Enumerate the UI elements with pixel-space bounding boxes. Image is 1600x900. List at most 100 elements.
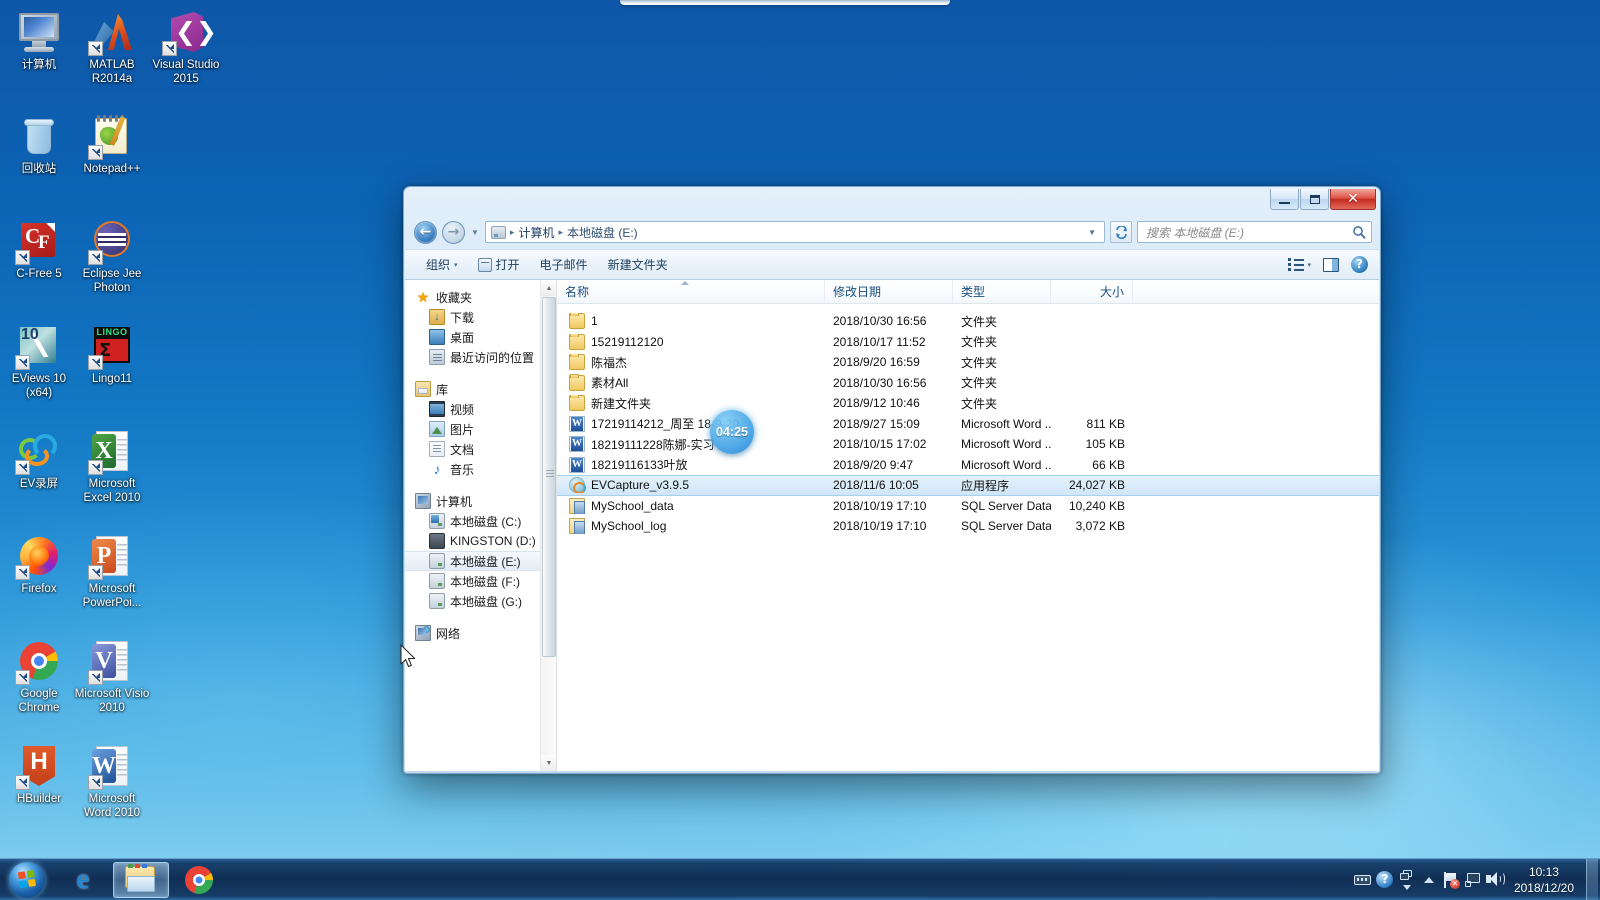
nav-item-recent-places[interactable]: 最近访问的位置 [405,347,556,367]
nav-item-desktop[interactable]: 桌面 [405,327,556,347]
column-header-type[interactable]: 类型 [953,280,1051,303]
desktop-icon-visual-studio[interactable]: ❮❯ Visual Studio 2015 [148,8,224,86]
nav-label: KINGSTON (D:) [450,534,536,548]
tray-network-button[interactable] [1462,865,1484,895]
desktop-icon-visio[interactable]: V Microsoft Visio 2010 [74,637,150,715]
navigation-scrollbar[interactable]: ▲ ▼ [540,280,556,771]
search-input[interactable]: 搜索 本地磁盘 (E:) [1146,224,1352,241]
explorer-window[interactable]: ✕ ← → ▼ ▸ 计算机 ▸ 本地磁盘 (E:) ▼ 搜索 本地磁盘 (E:)… [403,186,1381,774]
close-button[interactable]: ✕ [1330,189,1376,210]
nav-header-computer[interactable]: 计算机 [405,491,556,511]
file-date: 2018/9/27 15:09 [833,416,920,431]
breadcrumb-bar[interactable]: ▸ 计算机 ▸ 本地磁盘 (E:) ▼ [484,221,1105,243]
nav-header-libraries[interactable]: 库 [405,379,556,399]
table-row[interactable]: 素材All 2018/10/30 16:56 文件夹 [557,373,1379,394]
maximize-button[interactable] [1300,189,1329,210]
desktop-icon-matlab[interactable]: MATLAB R2014a [74,8,150,86]
window-titlebar[interactable]: ✕ [404,187,1380,217]
desktop-icon-notepadpp[interactable]: Notepad++ [74,112,150,177]
desktop-icon-eviews[interactable]: 10 EViews 10 (x64) [1,322,77,400]
desktop-icon-lingo[interactable]: LINGO Σ Lingo11 [74,322,150,387]
desktop-icon-ev-recorder[interactable]: EV录屏 [1,427,77,492]
screen-recorder-timer[interactable]: 04:25 [710,410,754,454]
desktop-icon-eclipse[interactable]: Eclipse Jee Photon [74,217,150,295]
scrollbar-thumb[interactable] [542,297,556,657]
desktop-icon-excel[interactable]: X Microsoft Excel 2010 [74,427,150,505]
nav-item-music[interactable]: ♪ 音乐 [405,459,556,479]
tray-keyboard-button[interactable] [1352,865,1374,895]
table-row[interactable]: 1 2018/10/30 16:56 文件夹 [557,311,1379,332]
minimize-button[interactable] [1270,189,1299,210]
refresh-button[interactable] [1110,221,1132,243]
table-row[interactable]: 陈福杰 2018/9/20 16:59 文件夹 [557,352,1379,373]
table-row[interactable]: 18219116133叶放 2018/9/20 9:47 Microsoft W… [557,455,1379,476]
taskbar-button-chrome[interactable] [171,862,227,898]
table-row[interactable]: MySchool_data 2018/10/19 17:10 SQL Serve… [557,496,1379,517]
action-center-flag-icon: ✕ [1443,871,1460,889]
taskbar-button-internet-explorer[interactable]: e [55,862,111,898]
show-desktop-button[interactable] [1586,858,1598,900]
nav-header-network[interactable]: 网络 [405,623,556,643]
change-view-button[interactable]: ▾ [1283,255,1316,274]
column-header-name[interactable]: 名称 [557,280,825,303]
breadcrumb-dropdown-icon[interactable]: ▼ [1083,228,1101,237]
matlab-icon [88,8,136,56]
desktop-icon-cfree[interactable]: CF C-Free 5 [1,217,77,282]
breadcrumb-drive-e[interactable]: 本地磁盘 (E:) [564,223,641,242]
open-button[interactable]: 打开 [469,252,529,277]
tray-volume-button[interactable] [1484,865,1506,895]
taskbar-button-explorer[interactable] [113,861,169,898]
tray-help-button[interactable]: ? [1374,865,1396,895]
scroll-down-button[interactable]: ▼ [541,755,556,771]
navigation-pane[interactable]: ★ 收藏夹 下载 桌面 最近访问的位置 [405,280,557,771]
start-button[interactable] [0,860,54,900]
nav-item-drive-g[interactable]: 本地磁盘 (G:) [405,591,556,611]
nav-item-pictures[interactable]: 图片 [405,419,556,439]
forward-button[interactable]: → [442,220,465,244]
table-row[interactable]: 新建文件夹 2018/9/12 10:46 文件夹 [557,393,1379,414]
table-row[interactable]: 17219114212_周至 18-9-20 2018/9/27 15:09 M… [557,414,1379,435]
table-row[interactable]: 18219111228陈娜-实习 2018/10/15 17:02 Micros… [557,434,1379,455]
video-icon [429,401,445,417]
new-folder-button[interactable]: 新建文件夹 [599,252,677,277]
nav-item-drive-e[interactable]: 本地磁盘 (E:) [405,551,556,571]
column-header-size[interactable]: 大小 [1051,280,1133,303]
table-row[interactable]: MySchool_log 2018/10/19 17:10 SQL Server… [557,516,1379,537]
desktop-icon-powerpoint[interactable]: P Microsoft PowerPoi... [74,532,150,610]
recent-pages-dropdown-icon[interactable]: ▼ [470,228,480,237]
desktop-icon-hbuilder[interactable]: H HBuilder [1,742,77,807]
desktop-icon-recycle-bin[interactable]: 回收站 [1,112,77,177]
column-header-date[interactable]: 修改日期 [825,280,953,303]
desktop-icon-chrome[interactable]: Google Chrome [1,637,77,715]
tray-expand-button[interactable] [1418,865,1440,895]
table-row[interactable]: 15219112120 2018/10/17 11:52 文件夹 [557,332,1379,353]
nav-item-drive-f[interactable]: 本地磁盘 (F:) [405,571,556,591]
email-button[interactable]: 电子邮件 [531,252,597,277]
scroll-up-button[interactable]: ▲ [541,280,556,296]
nav-item-drive-d[interactable]: KINGSTON (D:) [405,531,556,551]
desktop-icon-word[interactable]: W Microsoft Word 2010 [74,742,150,820]
help-button[interactable]: ? [1346,253,1373,276]
excel-icon: X [88,427,136,475]
organize-button[interactable]: 组织 ▾ [417,252,467,277]
file-type: 文件夹 [961,396,998,411]
back-button[interactable]: ← [414,220,437,244]
sql-data-icon [569,497,585,514]
nav-header-favorites[interactable]: ★ 收藏夹 [405,287,556,307]
nav-item-drive-c[interactable]: 本地磁盘 (C:) [405,511,556,531]
tray-show-hidden-button[interactable] [1396,865,1418,895]
desktop-icon-computer[interactable]: 计算机 [1,8,77,73]
hidden-window-sliver[interactable] [620,0,950,5]
nav-item-downloads[interactable]: 下载 [405,307,556,327]
tray-action-center-button[interactable]: ✕ [1440,865,1462,895]
search-box[interactable]: 搜索 本地磁盘 (E:) [1137,221,1372,243]
breadcrumb-computer[interactable]: 计算机 [515,223,557,242]
nav-item-documents[interactable]: 文档 [405,439,556,459]
file-list-pane[interactable]: 名称 修改日期 类型 大小 1 2018/10/30 16:56 文件夹 152… [557,280,1379,771]
table-row[interactable]: EVCapture_v3.9.5 2018/11/6 10:05 应用程序 24… [557,475,1379,496]
desktop-icon-firefox[interactable]: Firefox [1,532,77,597]
taskbar-clock[interactable]: 10:13 2018/12/20 [1506,864,1584,896]
nav-item-videos[interactable]: 视频 [405,399,556,419]
preview-pane-button[interactable] [1318,255,1344,275]
show-hidden-icons-icon [1399,869,1415,891]
